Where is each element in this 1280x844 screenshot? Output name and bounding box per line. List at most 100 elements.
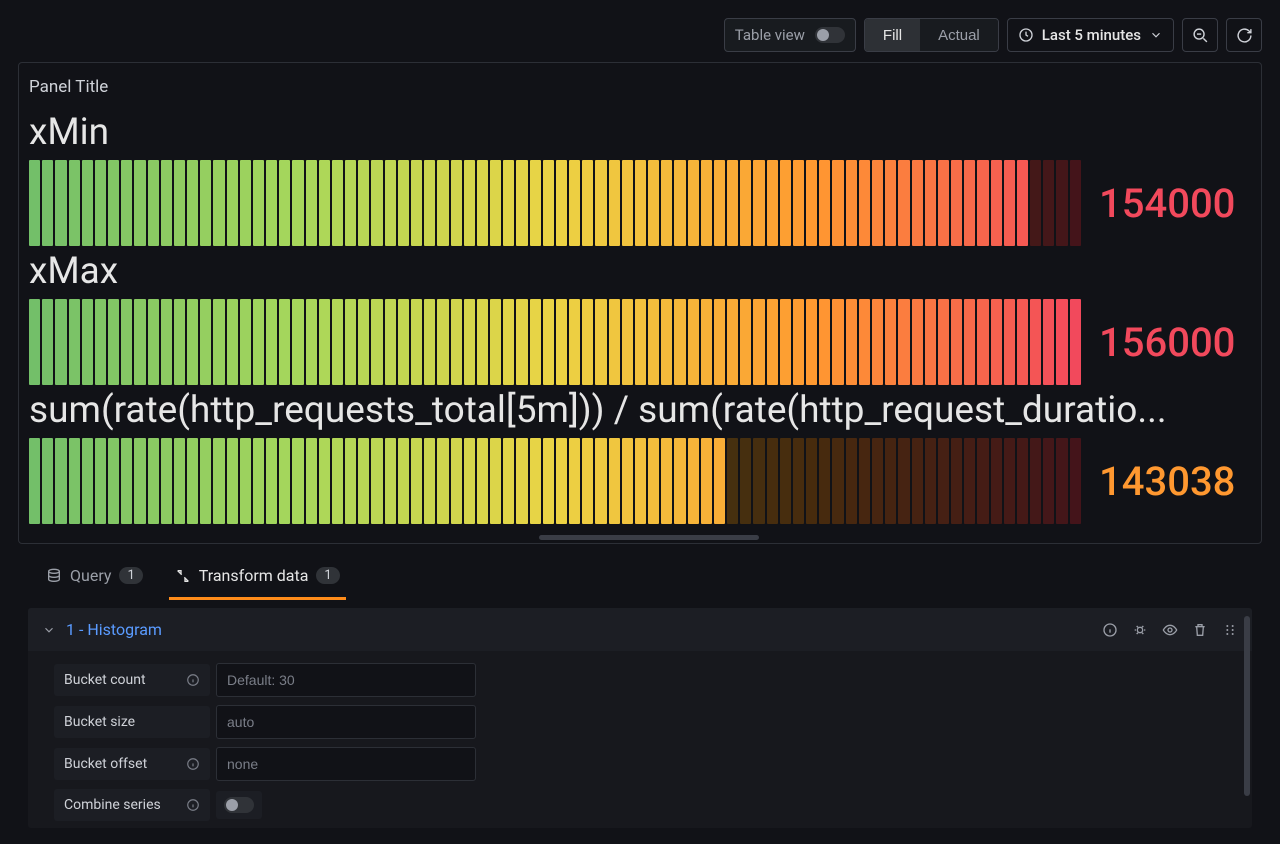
gauge-segment [227,299,238,385]
combine-series-toggle[interactable] [224,797,254,813]
gauge-segment [569,438,580,524]
chevron-down-icon[interactable] [42,623,56,637]
gauge-segment [477,299,488,385]
gauge-segment [385,160,396,246]
gauge-segment [543,299,554,385]
gauge-segment [292,299,303,385]
bucket-count-input[interactable] [216,663,476,697]
panel-title: Panel Title [19,73,1261,111]
gauge-segment [464,299,475,385]
info-icon[interactable] [186,757,200,771]
gauge-segment [253,299,264,385]
gauge-segment [872,160,883,246]
tab-transform[interactable]: Transform data 1 [169,558,346,600]
transform-scrollbar[interactable] [1244,616,1250,796]
gauge-segment [29,160,40,246]
gauge-segment [121,438,132,524]
gauge-segment [938,438,949,524]
gauge-segment [319,160,330,246]
gauge-segment [951,299,962,385]
gauge-segment [609,438,620,524]
gauge-segment [648,299,659,385]
panel-scrollbar[interactable] [539,535,759,540]
gauge-segment [1004,438,1015,524]
gauge-segment [358,160,369,246]
gauge-segment [793,438,804,524]
gauge-value: 154000 [1099,180,1235,227]
gauge-segment [595,299,606,385]
bucket-size-label: Bucket size [64,714,135,730]
gauge-segment [82,299,93,385]
gauge-segment [991,438,1002,524]
gauge-segment [161,438,172,524]
gauge-segment [977,160,988,246]
gauge-segment [793,160,804,246]
gauge-segment [1030,299,1041,385]
gauge-segment [1070,299,1081,385]
gauge-segment [477,438,488,524]
gauge-segment [648,160,659,246]
gauge-segment [819,160,830,246]
gauge-segment [859,299,870,385]
bucket-size-input[interactable] [216,705,476,739]
fill-button[interactable]: Fill [865,19,920,51]
gauge-segment [411,160,422,246]
gauge-segment [121,299,132,385]
gauge-segment [187,160,198,246]
gauge-segment [174,438,185,524]
debug-icon[interactable] [1132,622,1148,638]
gauge-segment [292,438,303,524]
transform-header: 1 - Histogram [28,608,1252,651]
bucket-offset-input[interactable] [216,747,476,781]
info-icon[interactable] [1102,622,1118,638]
info-icon[interactable] [186,798,200,812]
gauge-segment [1043,438,1054,524]
gauge-segment [200,299,211,385]
gauge-segment [951,438,962,524]
refresh-button[interactable] [1226,18,1262,52]
gauge-segment [951,160,962,246]
transform-section: 1 - Histogram Bucket count Bucket size B… [28,608,1252,828]
gauge-segment [714,438,725,524]
table-view-toggle-group: Table view [724,18,856,52]
gauge-segment [1070,438,1081,524]
gauge-segment [411,438,422,524]
gauge-label: sum(rate(http_requests_total[5m])) / sum… [29,389,1251,432]
drag-handle-icon[interactable] [1222,622,1238,638]
gauge-label: xMin [29,111,1251,154]
trash-icon[interactable] [1192,622,1208,638]
gauge-segment [371,299,382,385]
gauge-segment [661,160,672,246]
gauge-segment [213,438,224,524]
tab-query[interactable]: Query 1 [40,558,149,600]
gauge-label: xMax [29,250,1251,293]
gauge-segment [819,438,830,524]
table-view-toggle[interactable] [815,27,845,43]
gauge-segment [635,299,646,385]
eye-icon[interactable] [1162,622,1178,638]
gauge-segment [556,438,567,524]
gauge-segment [108,438,119,524]
bucket-size-label-cell: Bucket size [54,706,210,738]
gauge-segment [622,160,633,246]
gauge-segment [42,299,53,385]
gauge-segment [42,438,53,524]
gauge-segment [503,299,514,385]
actual-button[interactable]: Actual [920,19,998,51]
gauge-segment [846,299,857,385]
gauge-segment [661,438,672,524]
gauge-segment [345,438,356,524]
zoom-out-button[interactable] [1182,18,1218,52]
gauge-segment [964,160,975,246]
gauge-segment [451,299,462,385]
table-view-label: Table view [735,26,805,44]
gauge-segment [332,438,343,524]
gauge-segment [701,160,712,246]
gauge-segment [464,438,475,524]
time-range-picker[interactable]: Last 5 minutes [1007,18,1174,52]
gauge-segment [846,160,857,246]
gauge-segment [530,160,541,246]
gauge-segment [740,299,751,385]
transform-title[interactable]: 1 - Histogram [66,620,162,639]
info-icon[interactable] [186,673,200,687]
